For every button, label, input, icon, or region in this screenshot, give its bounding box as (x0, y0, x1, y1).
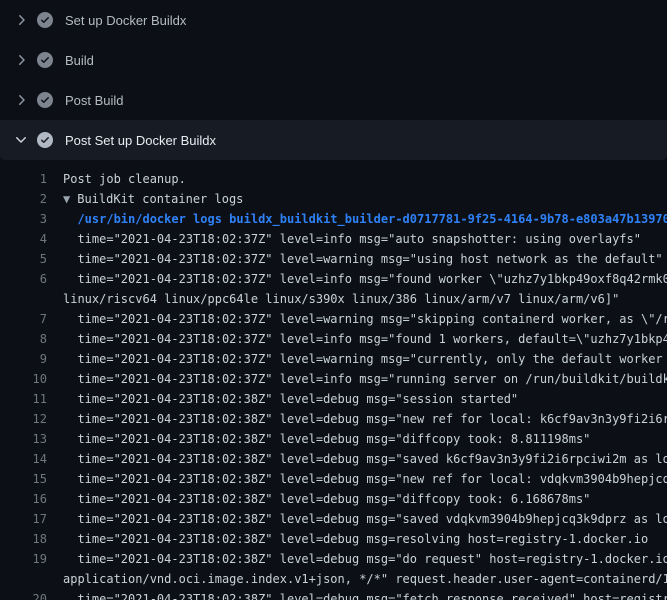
line-number[interactable]: 4 (0, 229, 47, 249)
log-line: 16 time="2021-04-23T18:02:38Z" level=deb… (0, 489, 667, 509)
log-line: 3 /usr/bin/docker logs buildx_buildkit_b… (0, 209, 667, 229)
log-text: time="2021-04-23T18:02:38Z" level=debug … (63, 392, 518, 406)
log-line: application/vnd.oci.image.index.v1+json,… (0, 569, 667, 589)
log-line: 2 ▼ BuildKit container logs (0, 189, 667, 209)
log-line: 10 time="2021-04-23T18:02:37Z" level=inf… (0, 369, 667, 389)
line-number[interactable] (0, 569, 47, 589)
log-text: time="2021-04-23T18:02:37Z" level=warnin… (63, 312, 667, 326)
section-title: Post Build (65, 93, 124, 108)
line-number[interactable]: 19 (0, 549, 47, 569)
log-line: 5 time="2021-04-23T18:02:37Z" level=warn… (0, 249, 667, 269)
section-header-build[interactable]: Build (0, 40, 667, 80)
log-line: linux/riscv64 linux/ppc64le linux/s390x … (0, 289, 667, 309)
line-number[interactable]: 18 (0, 529, 47, 549)
log-line: 20 time="2021-04-23T18:02:38Z" level=deb… (0, 589, 667, 600)
step-list: Set up Docker Buildx Build Post Build (0, 0, 667, 160)
log-line: 17 time="2021-04-23T18:02:38Z" level=deb… (0, 509, 667, 529)
log-text: time="2021-04-23T18:02:38Z" level=debug … (63, 592, 667, 600)
log-text: time="2021-04-23T18:02:38Z" level=debug … (63, 492, 590, 506)
log-text: application/vnd.oci.image.index.v1+json,… (63, 572, 667, 586)
line-number[interactable]: 8 (0, 329, 47, 349)
section-header-post-set-up-docker-buildx[interactable]: Post Set up Docker Buildx (0, 120, 667, 160)
log-text: time="2021-04-23T18:02:38Z" level=debug … (63, 552, 667, 566)
line-number[interactable]: 6 (0, 269, 47, 289)
log-line: 19 time="2021-04-23T18:02:38Z" level=deb… (0, 549, 667, 569)
job-log-panel: Set up Docker Buildx Build Post Build (0, 0, 667, 600)
log-line: 1 Post job cleanup. (0, 169, 667, 189)
line-number[interactable]: 15 (0, 469, 47, 489)
log-line: 15 time="2021-04-23T18:02:38Z" level=deb… (0, 469, 667, 489)
line-number[interactable]: 13 (0, 429, 47, 449)
line-number[interactable] (0, 289, 47, 309)
line-number[interactable]: 11 (0, 389, 47, 409)
chevron-right-icon (13, 92, 29, 108)
check-circle-icon (37, 92, 53, 108)
log-line: 14 time="2021-04-23T18:02:38Z" level=deb… (0, 449, 667, 469)
log-line: 11 time="2021-04-23T18:02:38Z" level=deb… (0, 389, 667, 409)
triangle-down-icon[interactable]: ▼ (63, 192, 70, 206)
log-line: 12 time="2021-04-23T18:02:38Z" level=deb… (0, 409, 667, 429)
line-number[interactable]: 20 (0, 589, 47, 600)
log-text: time="2021-04-23T18:02:37Z" level=warnin… (63, 252, 663, 266)
chevron-right-icon (13, 52, 29, 68)
log-line: 9 time="2021-04-23T18:02:37Z" level=warn… (0, 349, 667, 369)
line-number[interactable]: 3 (0, 209, 47, 229)
check-circle-icon (37, 12, 53, 28)
log-line: 13 time="2021-04-23T18:02:38Z" level=deb… (0, 429, 667, 449)
log-text: time="2021-04-23T18:02:37Z" level=warnin… (63, 352, 667, 366)
section-header-post-build[interactable]: Post Build (0, 80, 667, 120)
log-text[interactable]: BuildKit container logs (77, 192, 243, 206)
log-text: time="2021-04-23T18:02:38Z" level=debug … (63, 412, 667, 426)
check-circle-icon (37, 132, 53, 148)
log-text: time="2021-04-23T18:02:38Z" level=debug … (63, 472, 667, 486)
section-title: Set up Docker Buildx (65, 13, 186, 28)
log-container[interactable]: 1 Post job cleanup. 2 ▼ BuildKit containe… (0, 160, 667, 600)
section-header-set-up-docker-buildx[interactable]: Set up Docker Buildx (0, 0, 667, 40)
log-text: time="2021-04-23T18:02:38Z" level=debug … (63, 532, 648, 546)
line-number[interactable]: 14 (0, 449, 47, 469)
log-line: 7 time="2021-04-23T18:02:37Z" level=warn… (0, 309, 667, 329)
line-number[interactable]: 7 (0, 309, 47, 329)
log-text: time="2021-04-23T18:02:38Z" level=debug … (63, 452, 667, 466)
line-number[interactable]: 2 (0, 189, 47, 209)
log-text: time="2021-04-23T18:02:38Z" level=debug … (63, 512, 667, 526)
line-number[interactable]: 5 (0, 249, 47, 269)
log-line: 4 time="2021-04-23T18:02:37Z" level=info… (0, 229, 667, 249)
log-text: Post job cleanup. (63, 172, 186, 186)
log-text: linux/riscv64 linux/ppc64le linux/s390x … (63, 292, 619, 306)
chevron-down-icon (13, 132, 29, 148)
log-text: time="2021-04-23T18:02:37Z" level=info m… (63, 232, 641, 246)
line-number[interactable]: 1 (0, 169, 47, 189)
line-number[interactable]: 10 (0, 369, 47, 389)
log-line: 6 time="2021-04-23T18:02:37Z" level=info… (0, 269, 667, 289)
chevron-right-icon (13, 12, 29, 28)
log-line: 8 time="2021-04-23T18:02:37Z" level=info… (0, 329, 667, 349)
log-text: time="2021-04-23T18:02:37Z" level=info m… (63, 372, 667, 386)
check-circle-icon (37, 52, 53, 68)
log-line: 18 time="2021-04-23T18:02:38Z" level=deb… (0, 529, 667, 549)
line-number[interactable]: 16 (0, 489, 47, 509)
section-title: Build (65, 53, 94, 68)
log-text: /usr/bin/docker logs buildx_buildkit_bui… (63, 212, 667, 226)
log-text: time="2021-04-23T18:02:37Z" level=info m… (63, 332, 667, 346)
section-title: Post Set up Docker Buildx (65, 133, 216, 148)
line-number[interactable]: 17 (0, 509, 47, 529)
log-text: time="2021-04-23T18:02:37Z" level=info m… (63, 272, 667, 286)
line-number[interactable]: 9 (0, 349, 47, 369)
log-text: time="2021-04-23T18:02:38Z" level=debug … (63, 432, 590, 446)
line-number[interactable]: 12 (0, 409, 47, 429)
